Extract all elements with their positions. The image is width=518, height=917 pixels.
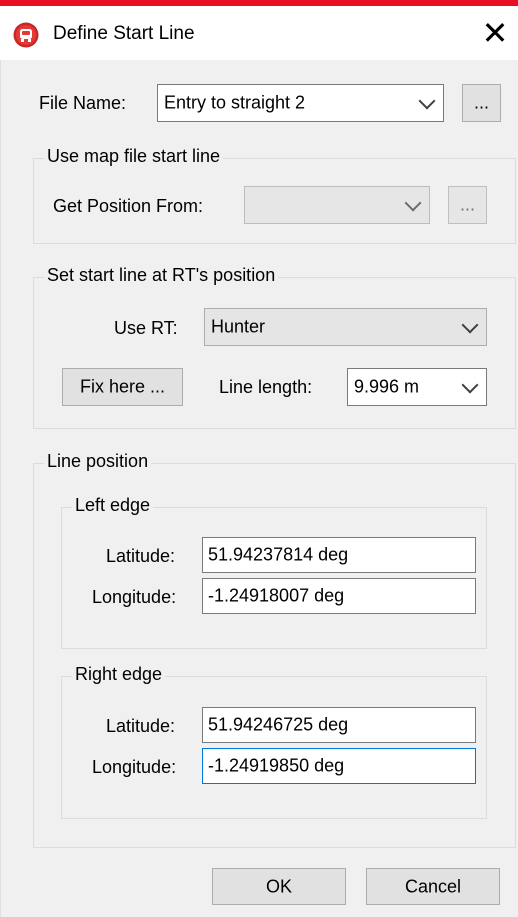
fix-here-button[interactable]: Fix here ... bbox=[62, 368, 183, 406]
get-position-combo[interactable] bbox=[244, 186, 430, 224]
left-latitude-label: Latitude: bbox=[106, 546, 176, 566]
close-icon[interactable]: ✕ bbox=[478, 16, 512, 50]
chevron-down-icon bbox=[404, 194, 422, 212]
map-file-group: Use map file start line Get Position Fro… bbox=[33, 146, 516, 244]
right-longitude-value: -1.24919850 deg bbox=[208, 755, 345, 776]
map-file-group-title: Use map file start line bbox=[44, 146, 224, 167]
map-browse-label: ... bbox=[459, 194, 475, 215]
use-rt-combo[interactable]: Hunter bbox=[204, 308, 487, 346]
chevron-down-icon bbox=[461, 316, 479, 334]
cancel-button[interactable]: Cancel bbox=[366, 868, 500, 905]
left-longitude-input[interactable]: -1.24918007 deg bbox=[202, 578, 476, 614]
use-rt-label: Use RT: bbox=[114, 318, 178, 338]
line-position-group-title: Line position bbox=[44, 451, 152, 472]
file-browse-label: ... bbox=[473, 92, 489, 113]
right-edge-group: Right edge Latitude: 51.94246725 deg Lon… bbox=[61, 664, 487, 819]
window-title: Define Start Line bbox=[53, 23, 195, 44]
ok-button[interactable]: OK bbox=[212, 868, 346, 905]
left-latitude-value: 51.94237814 deg bbox=[208, 544, 349, 565]
cancel-label: Cancel bbox=[404, 876, 462, 896]
app-icon bbox=[13, 22, 39, 48]
left-latitude-input[interactable]: 51.94237814 deg bbox=[202, 537, 476, 573]
ok-label: OK bbox=[265, 876, 292, 896]
title-bar[interactable]: Define Start Line ✕ bbox=[0, 6, 518, 60]
file-browse-button[interactable]: ... bbox=[462, 84, 501, 122]
map-browse-button[interactable]: ... bbox=[448, 186, 487, 224]
right-edge-group-title: Right edge bbox=[72, 664, 166, 685]
left-edge-group: Left edge Latitude: 51.94237814 deg Long… bbox=[61, 495, 487, 649]
dialog-body: File Name: Entry to straight 2 ... Use m… bbox=[0, 60, 518, 917]
left-edge-group-title: Left edge bbox=[72, 495, 154, 516]
file-name-label: File Name: bbox=[39, 93, 127, 113]
line-length-value: 9.996 m bbox=[354, 376, 420, 397]
chevron-down-icon bbox=[418, 92, 436, 110]
rt-position-group-title: Set start line at RT's position bbox=[44, 265, 279, 286]
line-length-label: Line length: bbox=[219, 377, 313, 397]
rt-position-group: Set start line at RT's position Use RT: … bbox=[33, 265, 516, 429]
fix-here-label: Fix here ... bbox=[79, 376, 166, 397]
left-longitude-value: -1.24918007 deg bbox=[208, 585, 345, 606]
chevron-down-icon bbox=[461, 376, 479, 394]
right-longitude-label: Longitude: bbox=[92, 757, 177, 777]
get-position-label: Get Position From: bbox=[53, 196, 204, 216]
right-latitude-label: Latitude: bbox=[106, 716, 176, 736]
file-name-combo[interactable]: Entry to straight 2 bbox=[157, 84, 444, 122]
right-longitude-input[interactable]: -1.24919850 deg bbox=[202, 748, 476, 784]
right-latitude-input[interactable]: 51.94246725 deg bbox=[202, 707, 476, 743]
use-rt-value: Hunter bbox=[211, 316, 266, 337]
line-position-group: Line position Left edge Latitude: 51.942… bbox=[33, 451, 516, 848]
left-longitude-label: Longitude: bbox=[92, 587, 177, 607]
right-latitude-value: 51.94246725 deg bbox=[208, 714, 349, 735]
line-length-combo[interactable]: 9.996 m bbox=[347, 368, 487, 406]
file-name-value: Entry to straight 2 bbox=[164, 92, 306, 113]
